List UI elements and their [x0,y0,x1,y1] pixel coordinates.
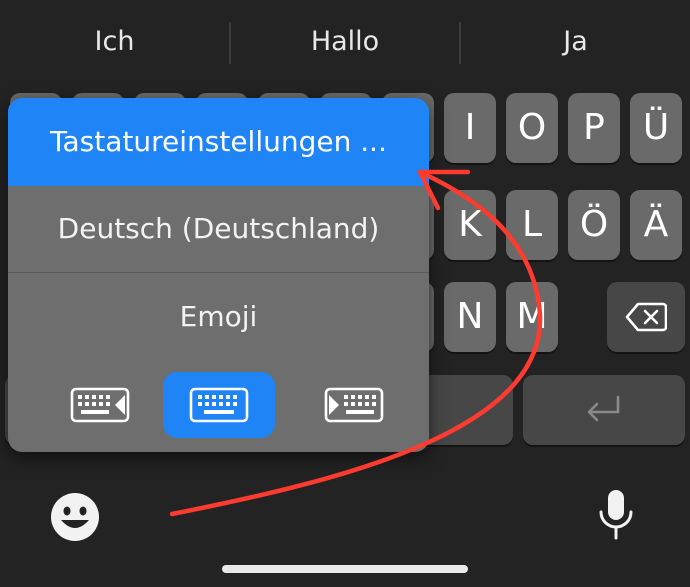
suggestion-2[interactable]: Hallo [231,0,459,84]
keyboard-left-icon [70,387,130,423]
keyboard-center-button[interactable] [163,372,275,438]
key-k[interactable]: K [444,190,496,260]
suggestion-bar: Ich Hallo Ja [0,0,690,84]
keyboard-switcher-menu: Tastatureinstellungen ... Deutsch (Deuts… [8,98,429,452]
keyboard-left-button[interactable] [44,372,156,438]
key-l[interactable]: L [506,190,558,260]
keyboard-right-button[interactable] [298,372,410,438]
microphone-button[interactable] [596,488,636,546]
key-p[interactable]: P [568,93,620,163]
emoji-smile-icon [51,493,99,541]
backspace-icon [625,302,668,332]
suggestion-1[interactable]: Ich [0,0,229,84]
menu-item-keyboard-settings[interactable]: Tastatureinstellungen ... [8,98,429,186]
key-ae[interactable]: Ä [630,190,682,260]
key-oe[interactable]: Ö [568,190,620,260]
home-indicator [222,565,468,573]
suggestion-3[interactable]: Ja [461,0,690,84]
keyboard-icon [189,387,249,423]
keyboard-right-icon [324,387,384,423]
key-ue[interactable]: Ü [630,93,682,163]
microphone-icon [599,490,633,540]
menu-item-emoji[interactable]: Emoji [8,273,429,361]
key-m[interactable]: M [506,282,558,352]
key-n[interactable]: N [444,282,496,352]
key-o[interactable]: O [506,93,558,163]
menu-item-deutsch[interactable]: Deutsch (Deutschland) [8,186,429,272]
return-icon [587,395,620,422]
return-key[interactable] [523,375,685,445]
key-i[interactable]: I [444,93,496,163]
emoji-button[interactable] [50,492,100,546]
backspace-key[interactable] [607,282,685,352]
